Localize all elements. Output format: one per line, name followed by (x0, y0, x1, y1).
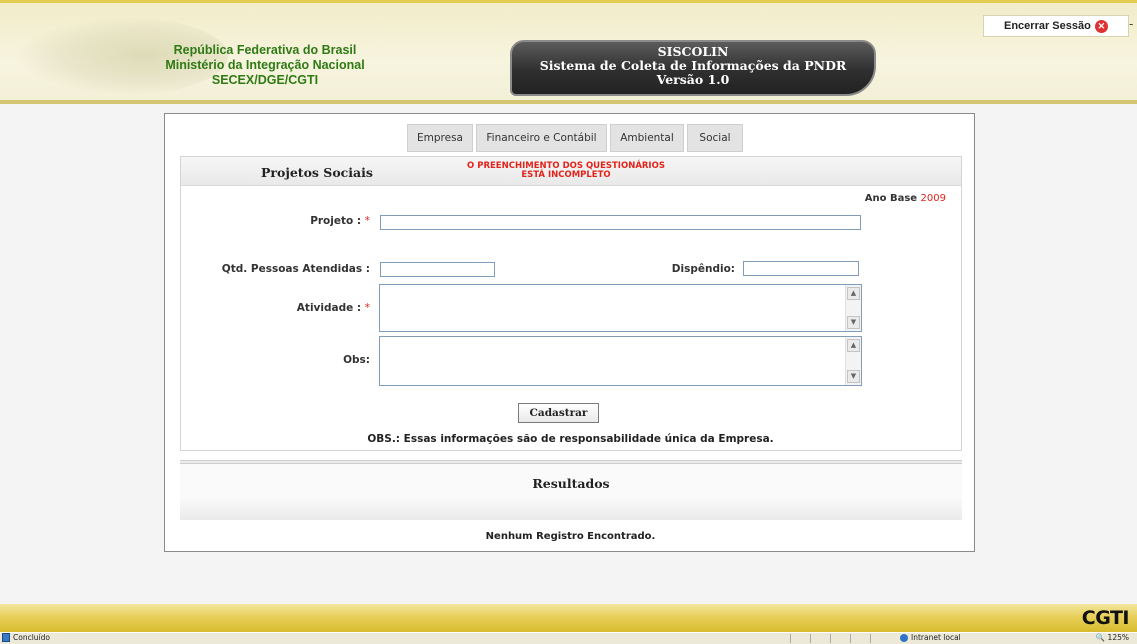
logout-button[interactable]: Encerrar Sessão ✕ (983, 15, 1129, 37)
footer-bar: CGTI (0, 604, 1137, 632)
status-left: Concluído (2, 633, 50, 642)
scroll-up-icon[interactable]: ▲ (847, 287, 860, 300)
browser-status-bar: Concluído Intranet local 🔍 125% (0, 632, 1137, 644)
security-zone[interactable]: Intranet local (900, 633, 961, 642)
form-panel-header: Projetos Sociais O PREENCHIMENTO DOS QUE… (181, 157, 961, 186)
qtd-pessoas-input[interactable] (380, 262, 495, 277)
status-divider (790, 634, 791, 643)
org-line-1: República Federativa do Brasil (173, 43, 357, 57)
required-mark: * (364, 215, 370, 227)
results-panel: Resultados (180, 460, 962, 520)
obs-textarea[interactable]: ▲ ▼ (379, 336, 862, 386)
cadastrar-button[interactable]: Cadastrar (518, 403, 599, 423)
status-divider (870, 634, 871, 643)
responsibility-note: OBS.: Essas informações são de responsab… (367, 433, 774, 445)
cgti-logo: CGTI (1081, 607, 1130, 629)
tab-ambiental[interactable]: Ambiental (610, 124, 684, 152)
logout-label: Encerrar Sessão (1004, 20, 1091, 32)
dispendio-input[interactable] (743, 261, 859, 276)
warning-line-2: ESTÁ INCOMPLETO (521, 170, 611, 180)
qtd-pessoas-label: Qtd. Pessoas Atendidas : (221, 263, 370, 275)
status-divider (850, 634, 851, 643)
projeto-input[interactable] (380, 215, 861, 230)
org-line-2: Ministério da Integração Nacional (165, 58, 365, 72)
zoom-icon: 🔍 (1095, 633, 1106, 642)
scroll-up-icon[interactable]: ▲ (847, 339, 860, 352)
results-title: Resultados (532, 476, 610, 491)
header-banner: República Federativa do Brasil Ministéri… (0, 0, 1137, 104)
status-divider (810, 634, 811, 643)
atividade-scrollbar[interactable]: ▲ ▼ (845, 285, 861, 331)
status-text: Concluído (13, 633, 50, 642)
close-circle-icon[interactable]: ✕ (1094, 19, 1108, 33)
system-version: Versão 1.0 (656, 72, 730, 87)
dispendio-label: Dispêndio: (671, 263, 735, 275)
system-title-banner: SISCOLIN Sistema de Coleta de Informaçõe… (510, 40, 876, 96)
zoom-control[interactable]: 🔍 125% (1096, 633, 1129, 642)
tab-empresa[interactable]: Empresa (407, 124, 473, 152)
form-title: Projetos Sociais (261, 165, 373, 180)
ano-base-label: Ano Base (864, 193, 918, 204)
required-mark: * (364, 302, 370, 314)
ano-base-value: 2009 (920, 193, 946, 204)
scroll-down-icon[interactable]: ▼ (847, 370, 860, 383)
scroll-down-icon[interactable]: ▼ (847, 316, 860, 329)
ano-base: Ano Base 2009 (865, 193, 946, 204)
tab-social[interactable]: Social (687, 124, 743, 152)
tab-bar: Empresa Financeiro e Contábil Ambiental … (407, 124, 743, 152)
atividade-label: Atividade : * (225, 302, 370, 314)
globe-icon (900, 633, 908, 642)
status-divider (830, 634, 831, 643)
main-container: Empresa Financeiro e Contábil Ambiental … (164, 113, 975, 552)
no-records-message: Nenhum Registro Encontrado. (485, 531, 656, 542)
atividade-textarea[interactable]: ▲ ▼ (379, 284, 862, 332)
incomplete-warning: O PREENCHIMENTO DOS QUESTIONÁRIOS ESTÁ I… (451, 162, 681, 180)
system-name: SISCOLIN (657, 44, 729, 59)
org-line-3: SECEX/DGE/CGTI (211, 73, 319, 87)
zoom-level: 125% (1107, 633, 1129, 642)
obs-label: Obs: (343, 354, 370, 366)
projeto-label-text: Projeto : (310, 215, 362, 227)
obs-scrollbar[interactable]: ▲ ▼ (845, 337, 861, 385)
projeto-label: Projeto : * (225, 215, 370, 227)
tab-financeiro[interactable]: Financeiro e Contábil (476, 124, 607, 152)
organization-name: República Federativa do Brasil Ministéri… (150, 43, 380, 88)
zone-text: Intranet local (911, 633, 961, 642)
minus-icon: - (1129, 17, 1134, 31)
atividade-label-text: Atividade : (296, 302, 362, 314)
page-icon (2, 633, 10, 642)
system-description: Sistema de Coleta de Informações da PNDR (539, 58, 847, 73)
